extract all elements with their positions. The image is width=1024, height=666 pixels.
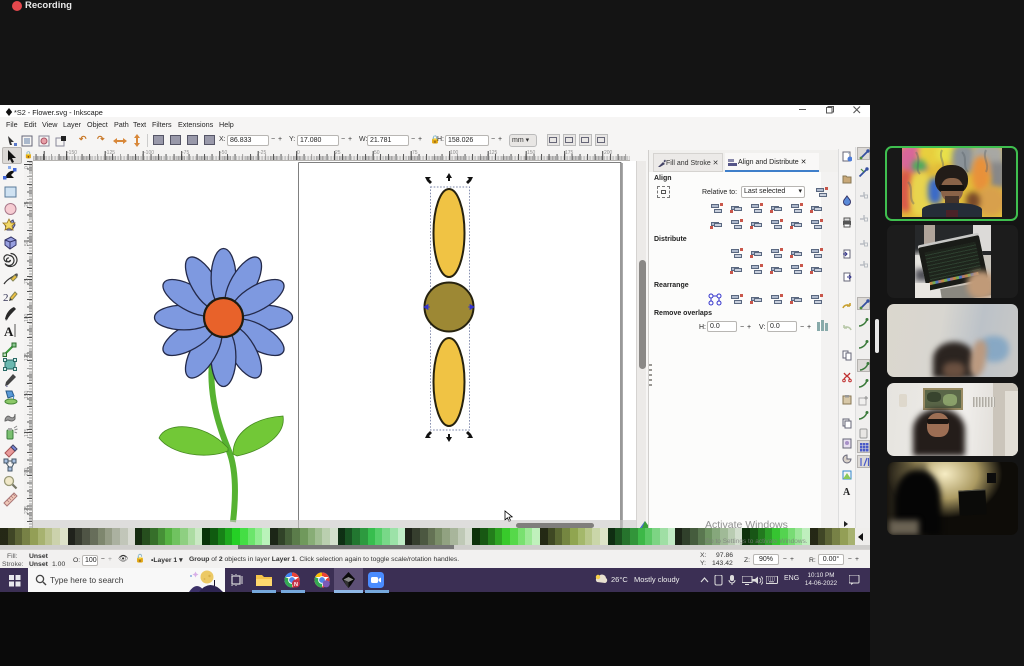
svg-text:N: N: [294, 582, 298, 588]
svg-text:2: 2: [3, 292, 9, 304]
svg-text:A: A: [4, 324, 14, 339]
svg-text:A: A: [843, 487, 851, 497]
